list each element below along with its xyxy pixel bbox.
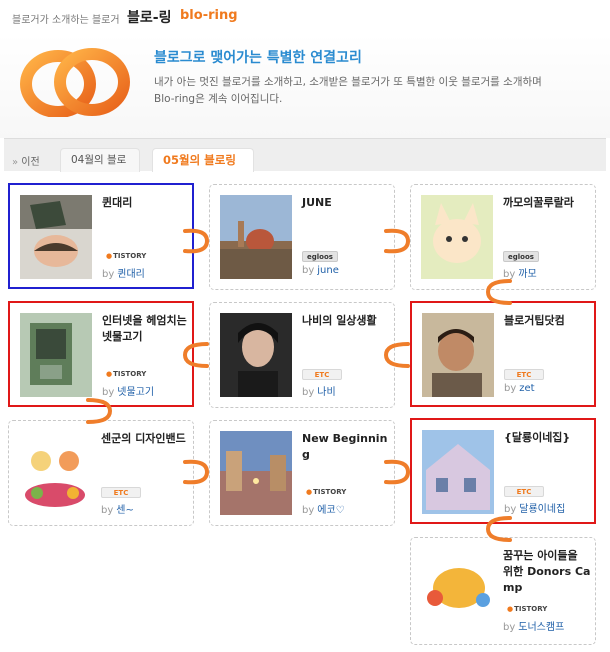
blog-card[interactable]: 꿈꾸는 아이들을 위한 Donors Camp TISTORY by도너스캠프 (410, 537, 596, 645)
author-link[interactable]: 에코♡ (317, 505, 344, 516)
author-line: by zet (504, 383, 535, 394)
blog-card[interactable]: 까모의꿀루랄라 egloos by 까모 (410, 184, 596, 290)
blog-title[interactable]: JUNE (302, 195, 390, 211)
author-link[interactable]: 센~ (116, 505, 134, 516)
blog-title[interactable]: 퀸대리 (102, 195, 190, 211)
platform-badge: egloos (503, 251, 539, 262)
chain-link-icon (382, 340, 412, 370)
brand-name-english[interactable]: blo-ring (180, 8, 238, 23)
blog-thumbnail-image[interactable] (19, 431, 91, 515)
blog-title[interactable]: 나비의 일상생활 (302, 313, 390, 329)
hero-description-line-1: 내가 아는 멋진 블로거를 소개하고, 소개받은 블로거가 또 특별한 이웃 블… (154, 76, 542, 88)
author-link[interactable]: 나비 (317, 387, 335, 398)
header-intro: 블로거가 소개하는 블로거 (12, 15, 120, 26)
author-line: by 나비 (302, 383, 336, 398)
blog-card[interactable]: 블로거팁닷컴 ETC by zet (410, 301, 596, 407)
author-link[interactable]: 달룡이네집 (519, 504, 565, 515)
by-label: by (302, 387, 315, 398)
blog-title[interactable]: New Beginning (302, 431, 390, 463)
platform-badge: TISTORY (503, 604, 552, 615)
blog-card[interactable]: JUNE egloos by june (209, 184, 395, 290)
by-label: by (101, 505, 114, 516)
bloring-grid: 퀸대리 TISTORY by퀸대리 JUNE egloos byjune (0, 172, 610, 652)
author-link[interactable]: june (317, 265, 339, 276)
author-line: by 센~ (101, 501, 134, 516)
author-line: by 달룡이네집 (504, 500, 565, 515)
tab-april[interactable]: 04월의 블로링 (60, 148, 140, 189)
platform-badge: TISTORY (102, 369, 151, 380)
blog-title[interactable]: 블로거팁닷컴 (504, 313, 592, 329)
brand-name-korean[interactable]: 블로-링 (127, 7, 171, 27)
platform-badge: ETC (504, 486, 544, 497)
chain-link-icon (382, 456, 412, 486)
tab-may[interactable]: 05월의 블로링 (152, 148, 254, 173)
month-tabs: 이전 04월의 블로링 05월의 블로링 (4, 138, 606, 189)
blog-thumbnail-image[interactable] (422, 313, 494, 397)
blog-thumbnail-image[interactable] (20, 195, 92, 279)
by-label: by (302, 505, 315, 516)
author-link[interactable]: zet (519, 383, 534, 394)
hero-title: 블로그로 맺어가는 특별한 연결고리 (154, 50, 362, 66)
blog-title[interactable]: 센군의 디자인밴드 (101, 431, 189, 447)
author-line: by 도너스캠프 (503, 618, 564, 633)
by-label: by (504, 383, 517, 394)
hero-description-line-2: Blo-ring은 계속 이어집니다. (154, 93, 283, 105)
blog-thumbnail-image[interactable] (20, 313, 92, 397)
hero-banner: 블로그로 맺어가는 특별한 연결고리 내가 아는 멋진 블로거를 소개하고, 소… (0, 34, 610, 138)
author-link[interactable]: 넷물고기 (117, 387, 154, 398)
top-bar: 블로거가 소개하는 블로거 블로-링 blo-ring (0, 0, 610, 34)
platform-badge: TISTORY (102, 251, 151, 262)
by-label: by (102, 269, 115, 280)
blog-card[interactable]: 센군의 디자인밴드 ETC by 센~ (8, 420, 194, 526)
blog-card[interactable]: 나비의 일상생활 ETC by 나비 (209, 302, 395, 408)
blog-title[interactable]: 꿈꾸는 아이들을 위한 Donors Camp (503, 548, 591, 596)
platform-badge: egloos (302, 251, 338, 262)
blog-thumbnail-image[interactable] (220, 431, 292, 515)
blog-card[interactable]: 퀸대리 TISTORY by퀸대리 (8, 183, 194, 289)
author-link[interactable]: 퀸대리 (117, 269, 145, 280)
author-line: by 퀸대리 (102, 265, 145, 280)
by-label: by (503, 622, 516, 633)
blog-thumbnail-image[interactable] (220, 195, 292, 279)
platform-badge: TISTORY (302, 487, 351, 498)
chain-link-icon (181, 456, 211, 486)
author-line: by june (302, 265, 339, 276)
blog-card[interactable]: New Beginning TISTORY by에코♡ (209, 420, 395, 526)
blog-card[interactable]: {달룡이네집} ETC by 달룡이네집 (410, 418, 596, 524)
chain-link-icon (382, 225, 412, 255)
platform-badge: ETC (101, 487, 141, 498)
blog-title[interactable]: {달룡이네집} (504, 430, 592, 446)
platform-badge: ETC (302, 369, 342, 380)
rings-logo-icon (20, 47, 130, 118)
blog-title[interactable]: 까모의꿀루랄라 (503, 195, 591, 211)
blog-thumbnail-image[interactable] (421, 548, 493, 632)
chain-link-icon (181, 225, 211, 255)
blog-card[interactable]: 인터넷을 헤엄치는 넷물고기 TISTORY by넷물고기 (8, 301, 194, 407)
author-link[interactable]: 도너스캠프 (518, 622, 564, 633)
blog-title[interactable]: 인터넷을 헤엄치는 넷물고기 (102, 313, 190, 345)
by-label: by (302, 265, 315, 276)
chain-link-icon (484, 277, 514, 307)
chain-link-icon (181, 340, 211, 370)
blog-thumbnail-image[interactable] (220, 313, 292, 397)
tab-previous[interactable]: 이전 (12, 153, 39, 168)
hero-description: 내가 아는 멋진 블로거를 소개하고, 소개받은 블로거가 또 특별한 이웃 블… (154, 74, 604, 108)
platform-badge: ETC (504, 369, 544, 380)
author-link[interactable]: 까모 (518, 269, 536, 280)
chain-link-icon (484, 514, 514, 544)
blog-thumbnail-image[interactable] (422, 430, 494, 514)
blog-thumbnail-image[interactable] (421, 195, 493, 279)
author-line: by 에코♡ (302, 501, 345, 516)
chain-link-icon (84, 396, 114, 426)
